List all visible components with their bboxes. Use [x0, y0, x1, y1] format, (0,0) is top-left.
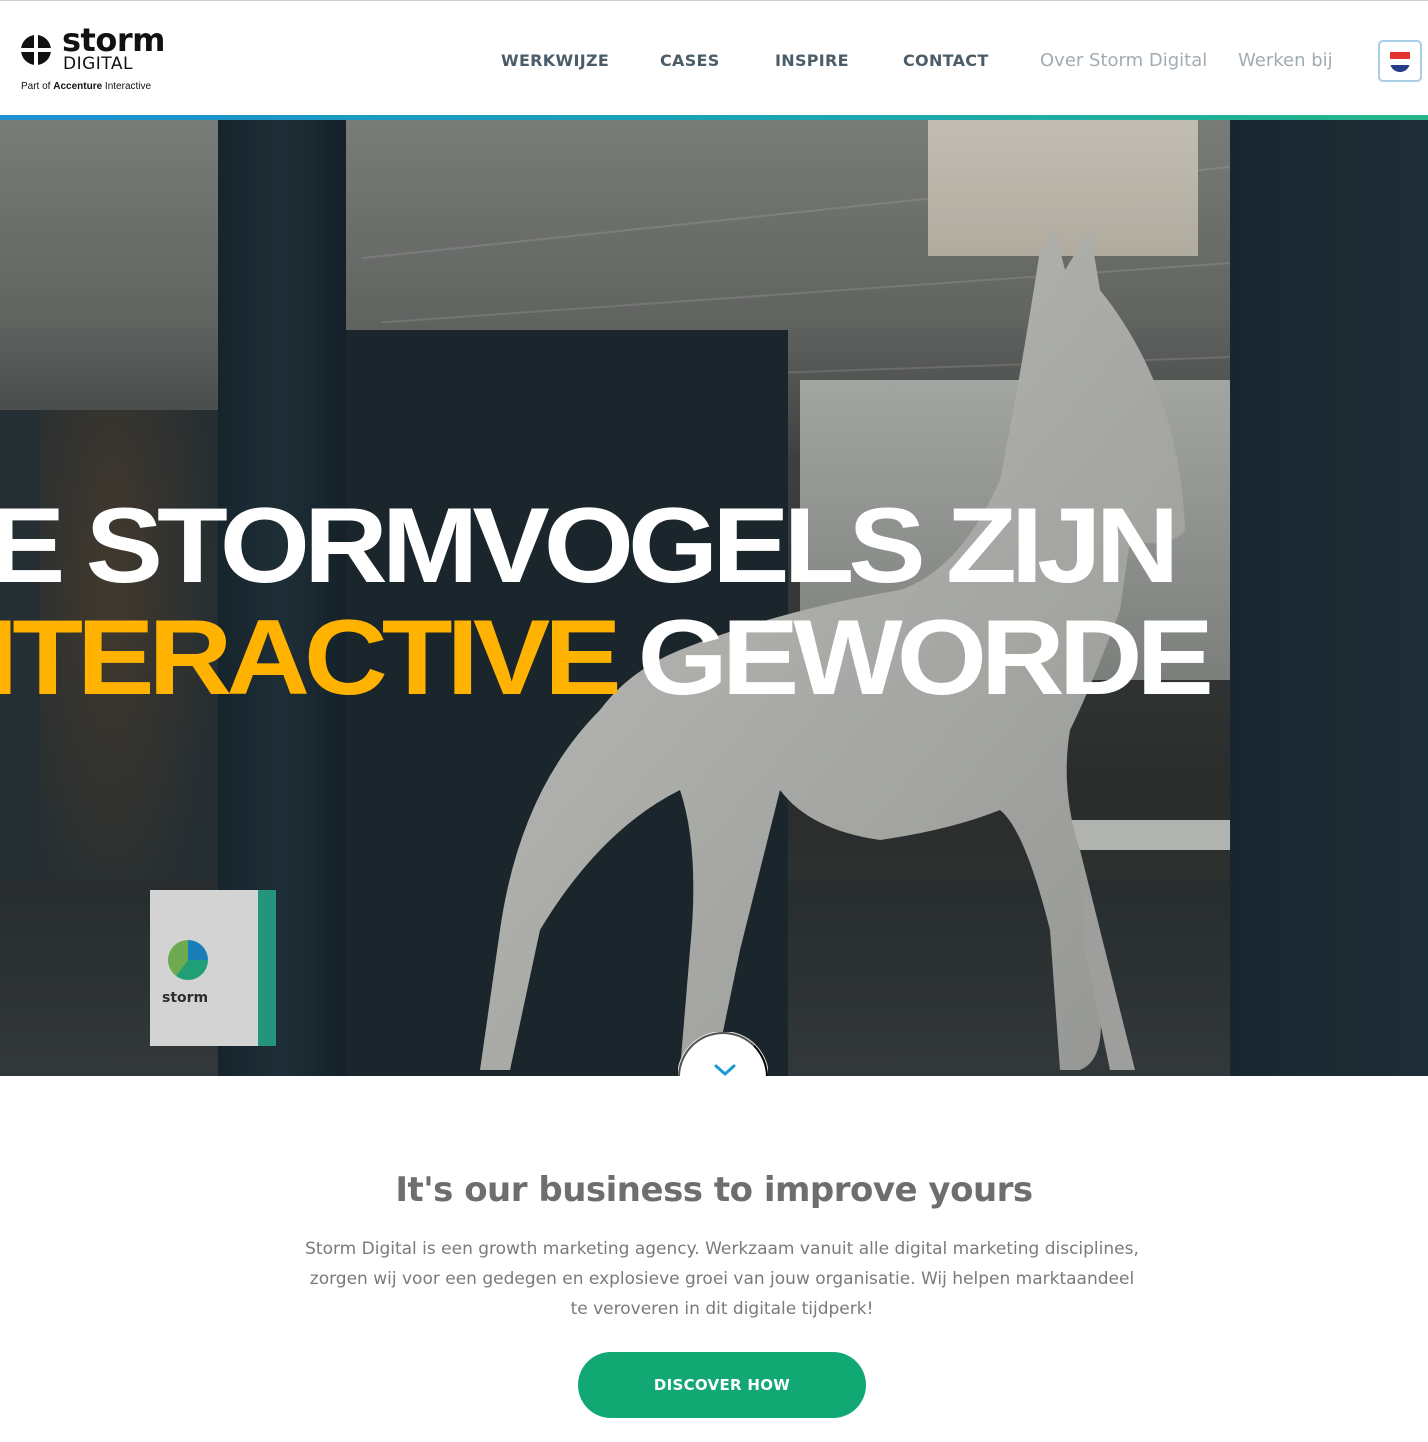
site-header: storm DIGITAL Part of Accenture Interact…	[0, 0, 1428, 116]
language-selector-button[interactable]	[1378, 40, 1422, 82]
nav-item-over-storm-digital[interactable]: Over Storm Digital	[1040, 50, 1207, 71]
logo-tagline: Part of Accenture Interactive	[21, 81, 151, 92]
netherlands-flag-icon	[1390, 52, 1410, 72]
storm-logo-icon	[21, 33, 51, 67]
tagline-prefix: Part of	[21, 81, 54, 92]
storm-digital-logo[interactable]: storm DIGITAL Part of Accenture Interact…	[20, 21, 170, 95]
section-description: Storm Digital is een growth marketing ag…	[305, 1239, 1139, 1319]
tagline-accenture: Accenture	[53, 81, 103, 92]
hero-headline-line2: ITERACTIVE GEWORDE	[0, 604, 1214, 711]
nav-item-cases[interactable]: CASES	[660, 51, 720, 70]
nav-item-werkwijze[interactable]: WERKWIJZE	[501, 51, 609, 70]
hero-headline-highlight: ITERACTIVE	[0, 597, 622, 718]
nav-item-inspire[interactable]: INSPIRE	[775, 51, 849, 70]
chevron-down-icon	[714, 1064, 736, 1076]
hero-banner: storm E STORMVOGELS ZIJN ITERACTIVE GEWOR…	[0, 120, 1428, 1076]
nav-item-contact[interactable]: CONTACT	[903, 51, 989, 70]
discover-how-button[interactable]: DISCOVER HOW	[578, 1352, 866, 1418]
section-title: It's our business to improve yours	[395, 1170, 1033, 1210]
logo-subtitle: DIGITAL	[63, 54, 133, 74]
scroll-down-button[interactable]	[678, 1032, 768, 1076]
nav-item-werken-bij[interactable]: Werken bij	[1238, 50, 1333, 71]
hero-headline-rest: GEWORDE	[637, 597, 1214, 718]
hero-headline-line1: E STORMVOGELS ZIJN	[0, 485, 1179, 606]
tagline-suffix: Interactive	[102, 81, 152, 92]
